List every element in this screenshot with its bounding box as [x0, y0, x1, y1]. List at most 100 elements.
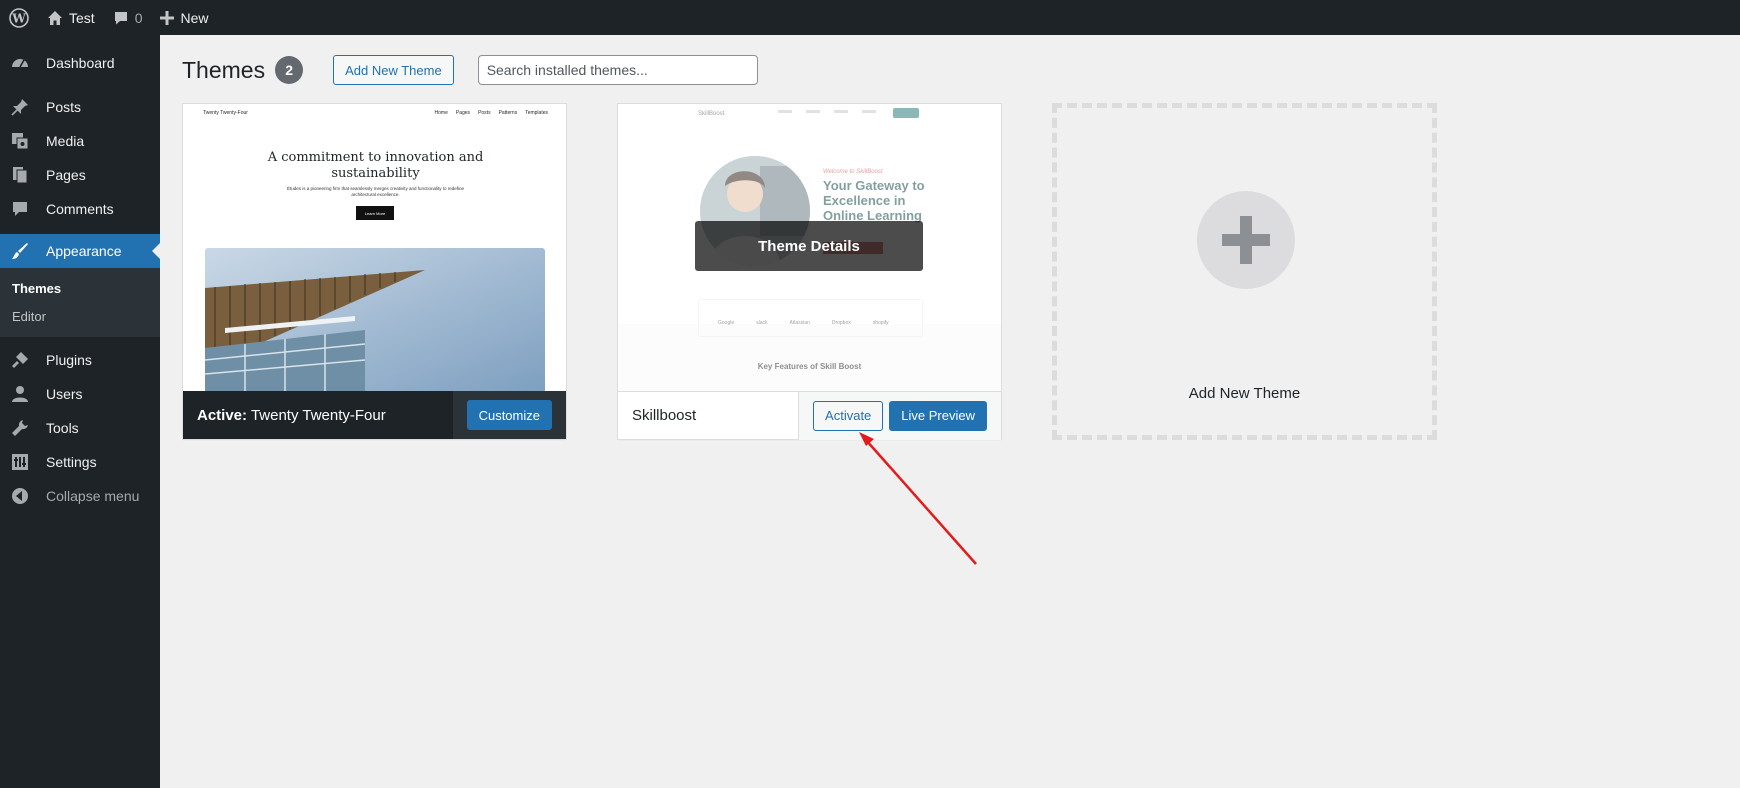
dashboard-icon: [10, 53, 30, 73]
menu-pages[interactable]: Pages: [0, 158, 160, 192]
pages-icon: [10, 165, 30, 185]
add-circle: [1197, 191, 1295, 289]
preview-nav-item: Posts: [478, 110, 491, 116]
submenu-themes[interactable]: Themes: [0, 274, 160, 302]
theme-name-text: Twenty Twenty-Four: [250, 406, 386, 424]
new-content-link[interactable]: New: [151, 0, 217, 35]
preview-nav-item: Templates: [525, 110, 548, 116]
active-prefix: Active:: [197, 406, 248, 424]
company-logo: Atlassian: [789, 320, 810, 326]
preview-logo: SkillBoost: [698, 111, 725, 117]
menu-users[interactable]: Users: [0, 377, 160, 411]
site-name: Test: [69, 9, 95, 26]
comment-icon: [10, 199, 30, 219]
plug-icon: [10, 350, 30, 370]
menu-label: Media: [46, 133, 85, 149]
admin-menu: Dashboard Posts Media Pages Comments App…: [0, 35, 160, 788]
home-icon: [48, 10, 62, 25]
company-logo: slack: [756, 320, 768, 326]
preview-features-heading: Key Features of Skill Boost: [757, 362, 862, 371]
brush-icon: [10, 241, 30, 261]
menu-posts[interactable]: Posts: [0, 90, 160, 124]
preview-nav-item: Pages: [455, 110, 471, 116]
site-name-link[interactable]: Test: [38, 0, 104, 35]
preview-nav: Twenty Twenty-Four Home Pages Posts Patt…: [203, 110, 548, 116]
add-new-theme-button[interactable]: Add New Theme: [333, 55, 454, 85]
menu-label: Appearance: [46, 243, 122, 259]
company-logo: shopify: [872, 320, 889, 326]
preview-nav-button: [893, 108, 919, 118]
admin-bar: W Test 0 New: [0, 0, 1740, 35]
wordpress-icon: W: [9, 7, 29, 28]
plus-icon: [160, 10, 175, 25]
add-new-theme-card[interactable]: Add New Theme: [1052, 103, 1437, 440]
menu-plugins[interactable]: Plugins: [0, 343, 160, 377]
preview-building-image: [205, 248, 545, 391]
menu-label: Posts: [46, 99, 82, 115]
theme-count-badge: 2: [275, 56, 304, 84]
theme-screenshot[interactable]: SkillBoost Welcome to SkillBoost Your Ga…: [618, 104, 1001, 391]
main-content: Themes 2 Add New Theme Twenty Twenty-Fou…: [160, 35, 1740, 788]
preview-company-logos: Google slack Atlassian Dropbox shopify: [718, 320, 889, 326]
comment-icon: [114, 11, 127, 24]
page-header: Themes 2 Add New Theme: [182, 55, 758, 85]
menu-comments[interactable]: Comments: [0, 192, 160, 226]
theme-actions: Customize: [452, 391, 566, 439]
preview-hero-heading: A commitment to innovation and sustainab…: [267, 150, 484, 181]
preview-companies-strip: [698, 299, 923, 337]
pin-icon: [10, 97, 30, 117]
menu-media[interactable]: Media: [0, 124, 160, 158]
menu-appearance[interactable]: Appearance: [0, 234, 160, 268]
search-themes-input[interactable]: [477, 55, 758, 85]
menu-label: Collapse menu: [46, 488, 140, 504]
menu-label: Tools: [46, 420, 79, 436]
page-title: Themes: [182, 56, 266, 83]
collapse-menu-button[interactable]: Collapse menu: [0, 479, 160, 513]
plus-icon: [1222, 216, 1270, 264]
preview-heading: Your Gateway to Excellence in Online Lea…: [823, 178, 925, 223]
live-preview-button[interactable]: Live Preview: [889, 400, 987, 431]
appearance-submenu: Themes Editor: [0, 268, 160, 337]
wrench-icon: [10, 418, 30, 438]
theme-details-button[interactable]: Theme Details: [695, 221, 923, 271]
preview-site-title: Twenty Twenty-Four: [203, 110, 248, 116]
theme-name: Active: Twenty Twenty-Four: [183, 407, 453, 424]
company-logo: Dropbox: [831, 320, 851, 326]
menu-label: Pages: [46, 167, 86, 183]
preview-nav-item: Home: [434, 110, 448, 116]
company-logo: Google: [718, 320, 735, 326]
menu-label: Plugins: [46, 352, 92, 368]
user-icon: [10, 384, 30, 404]
wordpress-logo-button[interactable]: W: [0, 0, 38, 35]
menu-label: Comments: [46, 201, 114, 217]
theme-screenshot[interactable]: Twenty Twenty-Four Home Pages Posts Patt…: [183, 104, 566, 391]
theme-card-twenty-twenty-four[interactable]: Twenty Twenty-Four Home Pages Posts Patt…: [182, 103, 567, 440]
comments-count: 0: [134, 9, 143, 26]
preview-hero-button: Learn More: [356, 206, 394, 220]
collapse-icon: [10, 486, 30, 506]
preview-nav: [778, 110, 876, 113]
theme-info-bar: Active: Twenty Twenty-Four Customize: [183, 391, 566, 439]
svg-text:W: W: [11, 11, 26, 25]
comments-link[interactable]: 0: [104, 0, 152, 35]
theme-name: Skillboost: [632, 407, 697, 424]
settings-icon: [10, 452, 30, 472]
menu-label: Users: [46, 386, 83, 402]
customize-button[interactable]: Customize: [466, 400, 552, 430]
menu-dashboard[interactable]: Dashboard: [0, 46, 160, 80]
preview-hero-text: Études is a pioneering firm that seamles…: [286, 186, 465, 197]
activate-button[interactable]: Activate: [813, 400, 884, 431]
theme-card-skillboost[interactable]: SkillBoost Welcome to SkillBoost Your Ga…: [617, 103, 1002, 440]
media-icon: [10, 131, 30, 151]
menu-label: Dashboard: [46, 55, 115, 71]
menu-label: Settings: [46, 454, 97, 470]
submenu-editor[interactable]: Editor: [0, 302, 160, 330]
theme-info-bar: Skillboost Activate Live Preview: [618, 391, 1001, 440]
preview-nav-item: Patterns: [498, 110, 518, 116]
preview-tagline: Welcome to SkillBoost: [823, 169, 883, 175]
menu-settings[interactable]: Settings: [0, 445, 160, 479]
menu-tools[interactable]: Tools: [0, 411, 160, 445]
add-new-theme-label: Add New Theme: [1188, 385, 1301, 402]
new-label: New: [180, 9, 209, 26]
theme-actions: Activate Live Preview: [798, 391, 1001, 440]
